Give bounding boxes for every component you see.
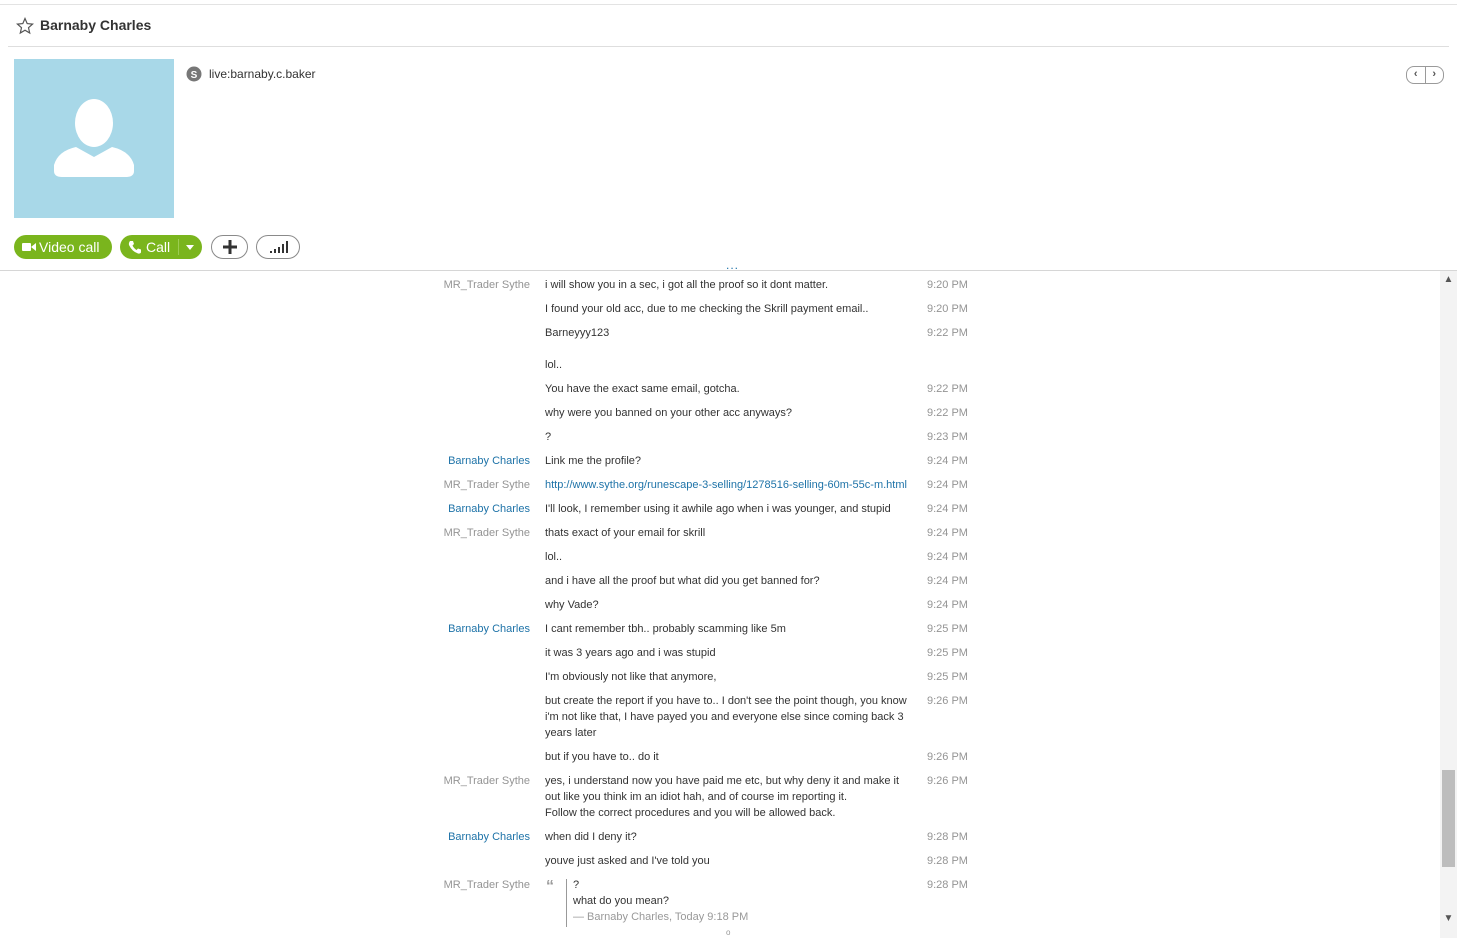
message-timestamp: 9:22 PM [927,327,968,339]
message-timestamp: 9:26 PM [927,775,968,787]
skype-account-id: live:barnaby.c.baker [209,67,316,81]
message-sender: MR_Trader Sythe [443,479,530,491]
next-button[interactable]: › [1426,67,1444,83]
message-sender[interactable]: Barnaby Charles [380,831,530,843]
previous-button[interactable]: ‹ [1407,67,1426,83]
call-button[interactable]: Call [120,235,202,259]
message-text: it was 3 years ago and i was stupid [545,647,716,659]
quote-icon: “ [546,878,554,895]
message-timestamp: 9:24 PM [927,503,968,515]
vertical-scrollbar[interactable]: ▲ ▼ [1440,271,1457,938]
message-text: ? [545,431,552,443]
message-timestamp: 9:24 PM [927,527,968,539]
message-sender: MR_Trader Sythe [443,879,530,891]
call-label: Call [146,239,171,255]
message-text: but if you have to.. do it [545,751,659,763]
message-text: I'm obviously not like that anymore, [545,671,717,683]
video-camera-icon [22,243,36,251]
message-text: i will show you in a sec, i got all the … [545,279,829,291]
message-text: I'll look, I remember using it awhile ag… [545,503,891,515]
message-text: I cant remember tbh.. probably scamming … [545,623,786,635]
svg-text:S: S [191,70,198,81]
add-button[interactable] [211,235,248,259]
message-text: why were you banned on your other acc an… [545,407,793,419]
message-timestamp: 9:26 PM [927,751,968,763]
message-sender: MR_Trader Sythe [443,775,530,787]
message-timestamp: 9:25 PM [927,623,968,635]
message-sender[interactable]: Barnaby Charles [380,503,530,515]
message-timestamp: 9:28 PM [927,831,968,843]
chat-history: MR_Trader Sythe i will show you in a sec,… [0,271,1440,938]
message-sender[interactable]: Barnaby Charles [380,623,530,635]
profile-nav: ‹ › [1406,66,1444,84]
quote-attribution: — Barnaby Charles, Today 9:18 PM [573,911,749,923]
video-call-label: Video call [39,239,100,255]
message-text: when did I deny it? [545,831,637,843]
message-sender: MR_Trader Sythe [443,279,530,291]
message-timestamp: 9:22 PM [927,383,968,395]
message-text: youve just asked and I've told you [545,855,710,867]
message-timestamp: 9:25 PM [927,671,968,683]
chevron-down-icon[interactable] [186,245,194,250]
profile-link[interactable]: http://www.sythe.org/runescape-3-selling… [545,479,907,491]
message-text: thats exact of your email for skrill [545,527,706,539]
message-link[interactable]: http://www.sythe.org/runescape-3-selling… [545,477,915,493]
message-timestamp: 9:24 PM [927,455,968,467]
message-text: but create the report if you have to.. I… [545,695,907,739]
message-text: Barneyyy123 [545,327,610,339]
conversation-header: Barnaby Charles [8,8,1449,47]
scroll-up-arrow-icon[interactable]: ▲ [1440,273,1457,287]
message-timestamp: 9:23 PM [927,431,968,443]
message-sender: MR_Trader Sythe [443,527,530,539]
scroll-down-arrow-icon[interactable]: ▼ [1440,912,1457,926]
message-text: yes, i understand now you have paid me e… [545,775,900,819]
message-timestamp: 9:20 PM [927,303,968,315]
top-edge [0,4,1457,5]
message-text: Link me the profile? [545,455,641,467]
message-text: and i have all the proof but what did yo… [545,575,820,587]
message-timestamp: 9:24 PM [927,599,968,611]
quote-bar [566,879,567,927]
video-call-button[interactable]: Video call [14,235,112,259]
phone-icon [128,241,141,254]
message-timestamp: 9:24 PM [927,575,968,587]
message-timestamp: 9:28 PM [927,855,968,867]
message-timestamp: 9:22 PM [927,407,968,419]
message-timestamp: 9:26 PM [927,695,968,707]
default-avatar-icon [54,99,134,177]
more-indicator: o [726,928,731,937]
plus-icon [223,240,237,254]
message-timestamp: 9:28 PM [927,879,968,891]
message-timestamp: 9:25 PM [927,647,968,659]
quoted-message: ? what do you mean? — Barnaby Charles, Tod… [573,877,913,925]
message-timestamp: 9:24 PM [927,551,968,563]
message-timestamp: 9:20 PM [927,279,968,291]
message-sender[interactable]: Barnaby Charles [380,455,530,467]
skype-icon: S [186,66,202,82]
call-quality-button[interactable] [256,235,300,259]
quoted-line: what do you mean? [573,895,670,907]
scroll-thumb[interactable] [1442,770,1455,867]
favorite-star-icon[interactable] [16,17,34,35]
call-divider [178,239,179,255]
signal-bars-icon [270,241,288,253]
message-text: I found your old acc, due to me checking… [545,303,869,315]
contact-name-title: Barnaby Charles [40,17,152,33]
message-text: lol.. [545,551,563,563]
message-text: why Vade? [545,599,599,611]
quoted-line: ? [573,879,580,891]
message-text: You have the exact same email, gotcha. [545,383,740,395]
message-text: lol.. [545,359,563,371]
avatar [14,59,174,218]
message-timestamp: 9:24 PM [927,479,968,491]
